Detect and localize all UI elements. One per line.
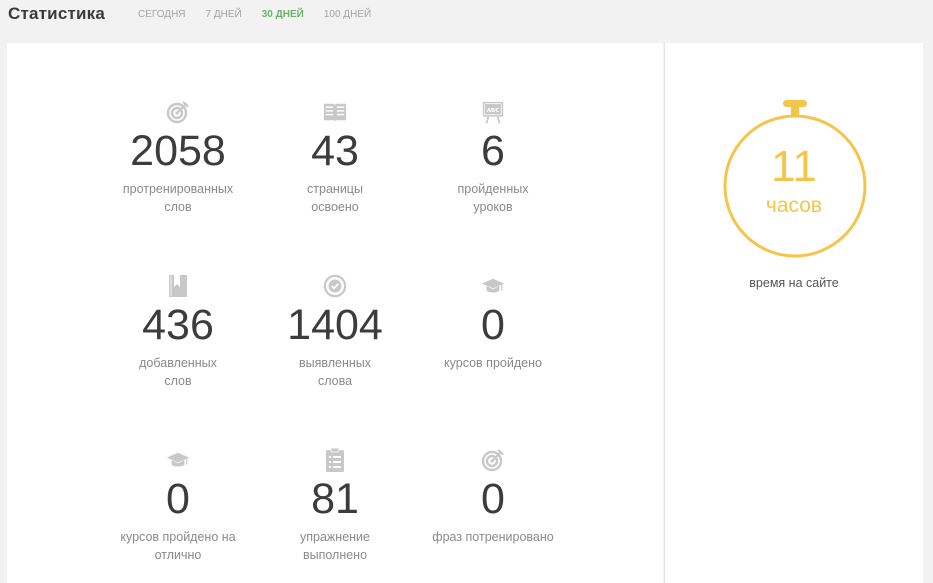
stats-panel: 2058 протренированных слов 43 страницы о…	[7, 43, 663, 583]
stat-value: 0	[166, 475, 190, 523]
stat-label: курсов пройдено на отлично	[108, 528, 248, 564]
stat-label: добавленных слов	[108, 354, 248, 390]
book-icon	[323, 100, 347, 124]
stat-label-line: слова	[317, 374, 353, 388]
stat-value: 0	[481, 301, 505, 349]
stat-value: 0	[481, 475, 505, 523]
time-caption: время на сайте	[749, 276, 839, 290]
stat-value: 6	[481, 127, 505, 175]
stat-value: 43	[311, 127, 359, 175]
stat-label: пройденных уроков	[423, 180, 563, 216]
time-on-site-panel: 11 часов время на сайте	[664, 43, 923, 583]
stat-label: протренированных слов	[108, 180, 248, 216]
stat-label-line: уроков	[473, 200, 513, 214]
target-icon	[166, 100, 190, 124]
stat-label-line: курсов пройдено на	[120, 530, 236, 544]
stat-label-line: пройденных	[457, 182, 529, 196]
stat-label-line: страницы	[307, 182, 363, 196]
stat-value: 1404	[287, 301, 383, 349]
stat-label: упражнение выполнено	[265, 528, 405, 564]
stat-label-line: упражнение	[300, 530, 370, 544]
bookmark-book-icon	[166, 274, 190, 298]
check-circle-icon	[323, 274, 347, 298]
tab-today[interactable]: СЕГОДНЯ	[138, 9, 186, 20]
time-value: 11	[771, 142, 817, 191]
time-unit: часов	[765, 194, 823, 217]
stat-value: 436	[142, 301, 214, 349]
graduation-cap-icon	[166, 448, 190, 472]
stat-label-line: добавленных	[139, 356, 217, 370]
stat-label-line: выполнено	[302, 548, 368, 562]
page-header: Статистика СЕГОДНЯ 7 ДНЕЙ 30 ДНЕЙ 100 ДН…	[0, 0, 933, 42]
board-icon: ABC	[481, 100, 505, 124]
clipboard-icon	[323, 447, 347, 472]
stat-label: курсов пройдено	[423, 354, 563, 372]
tab-30-days[interactable]: 30 ДНЕЙ	[262, 9, 304, 20]
stat-label-line: слов	[164, 374, 192, 388]
stat-label-line: освоено	[311, 200, 359, 214]
target-icon	[481, 448, 505, 472]
stat-value: 81	[311, 475, 359, 523]
stat-label: страницы освоено	[265, 180, 405, 216]
stat-label: выявленных слова	[265, 354, 405, 390]
stat-label-line: фраз потренировано	[432, 530, 554, 544]
board-icon-text: ABC	[487, 108, 500, 114]
stat-label-line: слов	[164, 200, 192, 214]
tab-100-days[interactable]: 100 ДНЕЙ	[324, 9, 371, 20]
stat-value: 2058	[130, 127, 226, 175]
stat-label-line: протренированных	[122, 182, 234, 196]
stat-label-line: отлично	[154, 548, 202, 562]
page-title: Статистика	[8, 4, 106, 23]
stat-label: фраз потренировано	[423, 528, 563, 546]
period-tabs: СЕГОДНЯ 7 ДНЕЙ 30 ДНЕЙ 100 ДНЕЙ	[138, 9, 391, 20]
stat-label-line: курсов пройдено	[444, 356, 542, 370]
graduation-cap-icon	[481, 274, 505, 298]
tab-7-days[interactable]: 7 ДНЕЙ	[206, 9, 242, 20]
stat-label-line: выявленных	[298, 356, 372, 370]
